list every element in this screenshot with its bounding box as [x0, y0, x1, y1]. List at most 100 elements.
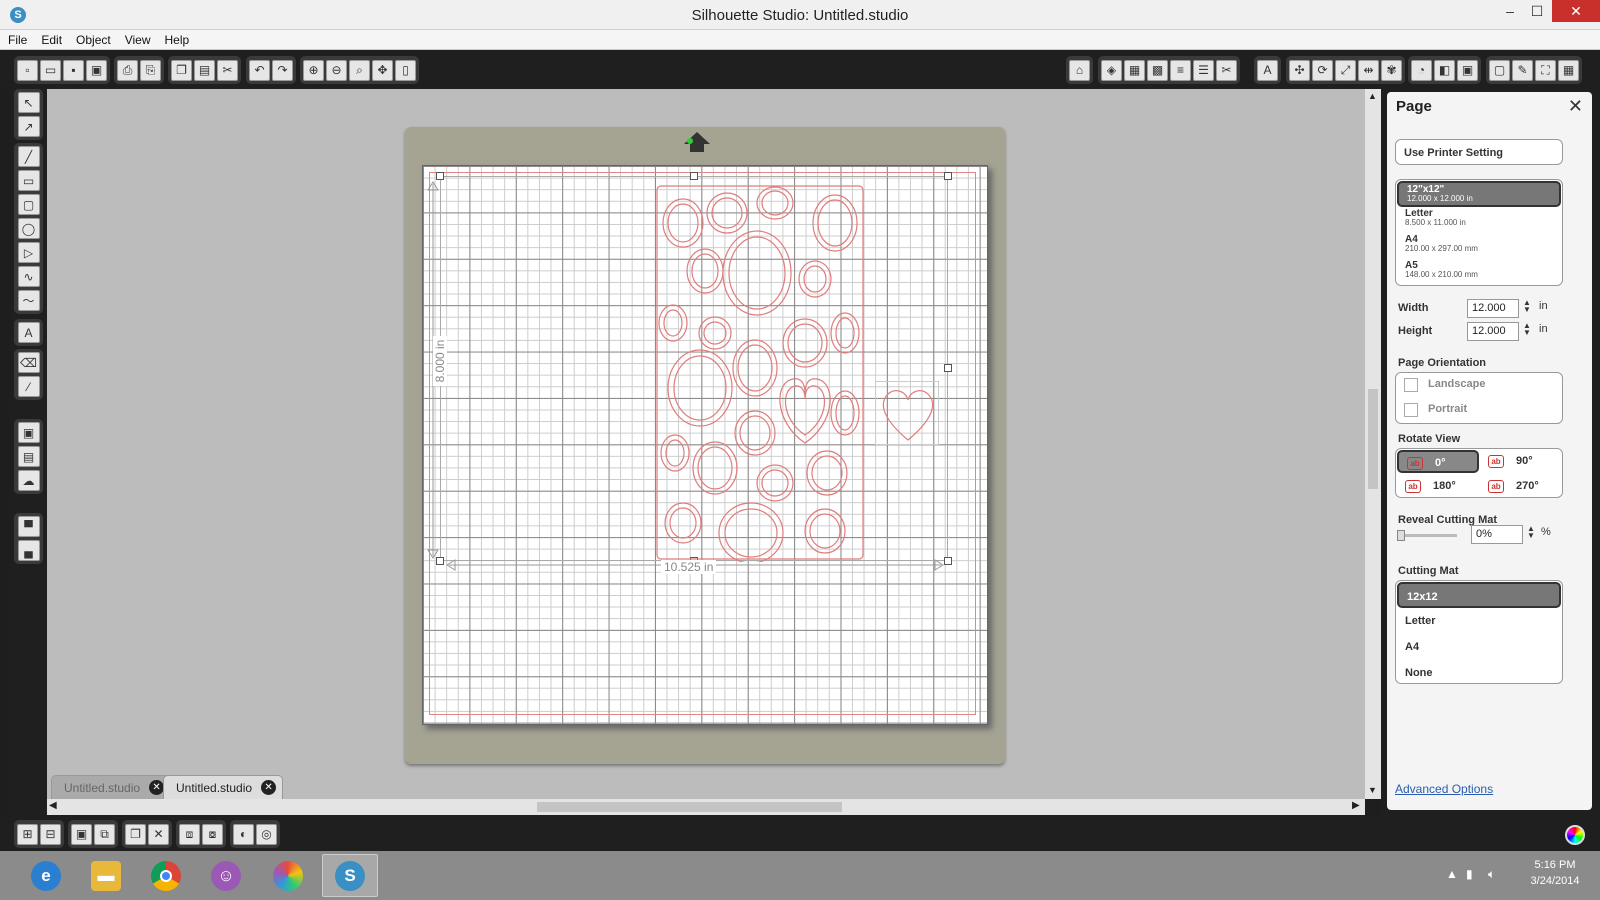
file-explorer-taskbar-button[interactable]: ▬: [78, 854, 134, 897]
close-panel-icon[interactable]: ✕: [1568, 96, 1583, 117]
portrait-checkbox-icon[interactable]: [1404, 403, 1418, 417]
knife-tool-icon[interactable]: ⁄: [17, 376, 40, 397]
curve-tool-icon[interactable]: ∿: [17, 266, 40, 287]
heart-shape-container[interactable]: [875, 381, 939, 445]
resize-handle[interactable]: [690, 172, 698, 180]
line-color-icon[interactable]: ≡: [1170, 59, 1191, 81]
reveal-input[interactable]: 0%: [1471, 525, 1523, 544]
internet-explorer-taskbar-button[interactable]: e: [18, 854, 74, 897]
menu-object[interactable]: Object: [68, 30, 117, 47]
system-clock[interactable]: 5:16 PM 3/24/2014: [1520, 857, 1590, 889]
resize-handle[interactable]: [436, 172, 444, 180]
page-settings-icon[interactable]: ▢: [1489, 59, 1510, 81]
library-icon[interactable]: ▤: [17, 446, 40, 467]
close-tab-icon[interactable]: ✕: [261, 780, 277, 795]
show-hidden-icons-icon[interactable]: ▲: [1446, 867, 1458, 881]
width-input[interactable]: 12.000: [1467, 299, 1519, 318]
resize-handle[interactable]: [944, 364, 952, 372]
chrome-taskbar-button[interactable]: [138, 854, 194, 897]
cloud-icon[interactable]: ☁: [17, 470, 40, 491]
vertical-scroll-thumb[interactable]: [1368, 389, 1378, 489]
offset-target-icon[interactable]: ◎: [256, 823, 277, 845]
zoom-in-icon[interactable]: ⊕: [303, 59, 324, 81]
weld-icon[interactable]: ◐: [233, 823, 254, 845]
horizontal-scrollbar[interactable]: ◀ ▶: [47, 799, 1365, 815]
close-tab-icon[interactable]: ✕: [149, 780, 165, 795]
cutting-mat-letter[interactable]: Letter: [1397, 608, 1561, 634]
cutting-mat-a4[interactable]: A4: [1397, 634, 1561, 660]
zoom-selection-icon[interactable]: ⌕: [349, 59, 370, 81]
cut-style-icon[interactable]: ✂: [1216, 59, 1237, 81]
messenger-taskbar-button[interactable]: ☺: [198, 854, 254, 897]
cutting-mat-none[interactable]: None: [1397, 660, 1561, 686]
paste-icon[interactable]: ▤: [194, 59, 215, 81]
menu-view[interactable]: View: [117, 30, 157, 47]
grid-settings-icon[interactable]: ▦: [1558, 59, 1579, 81]
use-printer-setting-button[interactable]: Use Printer Setting: [1395, 139, 1563, 165]
make-compound-icon[interactable]: ▣: [71, 823, 92, 845]
scroll-up-icon[interactable]: ▲: [1368, 91, 1377, 101]
polygon-tool-icon[interactable]: ▷: [17, 242, 40, 263]
eraser-tool-icon[interactable]: ⌫: [17, 352, 40, 373]
trace-icon[interactable]: ▣: [1457, 59, 1478, 81]
sketch-icon[interactable]: ✎: [1512, 59, 1533, 81]
select-arrow-icon[interactable]: ↖: [17, 92, 40, 113]
scroll-right-icon[interactable]: ▶: [1352, 800, 1360, 811]
print-cut-icon[interactable]: ⎘: [140, 59, 161, 81]
silhouette-studio-taskbar-button[interactable]: S: [322, 854, 378, 897]
fill-pattern-icon[interactable]: ▩: [1147, 59, 1168, 81]
pan-icon[interactable]: ✥: [372, 59, 393, 81]
rectangle-tool-icon[interactable]: ▭: [17, 170, 40, 191]
replicate-icon[interactable]: ✾: [1381, 59, 1402, 81]
copy-icon[interactable]: ❐: [171, 59, 192, 81]
picasa-taskbar-button[interactable]: [260, 854, 316, 897]
volume-icon[interactable]: 🔈︎: [1488, 867, 1495, 882]
page-size-letter[interactable]: Letter 8.500 x 11.000 in: [1397, 207, 1561, 233]
full-screen-icon[interactable]: ⛶: [1535, 59, 1556, 81]
line-tool-icon[interactable]: ╱: [17, 146, 40, 167]
print-icon[interactable]: ⎙: [117, 59, 138, 81]
rotate-0[interactable]: ab 0°: [1397, 450, 1479, 473]
zoom-out-icon[interactable]: ⊖: [326, 59, 347, 81]
page-size-12x12[interactable]: 12"x12" 12.000 x 12.000 in: [1397, 181, 1561, 207]
new-document-icon[interactable]: ▫: [17, 59, 38, 81]
duplicate-icon[interactable]: ❐: [125, 823, 146, 845]
split-view-top-icon[interactable]: ▀: [17, 516, 40, 537]
orientation-portrait[interactable]: Portrait: [1396, 398, 1562, 423]
group-icon[interactable]: ⊞: [17, 823, 38, 845]
fill-color-icon[interactable]: ◈: [1101, 59, 1122, 81]
text-tool-icon[interactable]: A: [17, 322, 40, 343]
width-stepper-icon[interactable]: ▲ ▼: [1523, 299, 1531, 314]
freehand-tool-icon[interactable]: 〜: [17, 290, 40, 311]
cutting-mat-12x12[interactable]: 12x12: [1397, 582, 1561, 608]
delete-icon[interactable]: ✕: [148, 823, 169, 845]
mirror-icon[interactable]: ⇹: [1358, 59, 1379, 81]
text-style-icon[interactable]: A: [1257, 59, 1278, 81]
maximize-button[interactable]: ☐: [1522, 0, 1552, 22]
menu-file[interactable]: File: [0, 30, 33, 47]
resize-handle[interactable]: [944, 557, 952, 565]
save-library-icon[interactable]: ▣: [86, 59, 107, 81]
height-stepper-icon[interactable]: ▲ ▼: [1523, 322, 1531, 337]
network-icon[interactable]: ▮: [1466, 867, 1473, 881]
reveal-slider-thumb[interactable]: [1397, 530, 1405, 541]
offset-icon[interactable]: ◧: [1434, 59, 1455, 81]
release-compound-icon[interactable]: ⧉: [94, 823, 115, 845]
gradient-icon[interactable]: ▦: [1124, 59, 1145, 81]
rounded-rect-tool-icon[interactable]: ▢: [17, 194, 40, 215]
close-button[interactable]: ✕: [1552, 0, 1600, 22]
vertical-scrollbar[interactable]: ▲ ▼: [1365, 89, 1381, 799]
ungroup-icon[interactable]: ⊟: [40, 823, 61, 845]
rotate-icon[interactable]: ⟳: [1312, 59, 1333, 81]
heart-shape[interactable]: [876, 382, 940, 446]
circle-pattern-design[interactable]: [655, 183, 865, 562]
bring-to-front-icon[interactable]: ⧈: [179, 823, 200, 845]
rotate-270[interactable]: ab 270°: [1480, 475, 1562, 498]
tab-untitled-2[interactable]: Untitled.studio ✕: [163, 775, 284, 799]
cut-icon[interactable]: ✂: [217, 59, 238, 81]
align-icon[interactable]: ✣: [1289, 59, 1310, 81]
line-style-icon[interactable]: ☰: [1193, 59, 1214, 81]
minimize-button[interactable]: –: [1495, 0, 1525, 22]
reveal-stepper-icon[interactable]: ▲ ▼: [1527, 525, 1535, 540]
online-store-icon[interactable]: ⌂: [1069, 59, 1090, 81]
